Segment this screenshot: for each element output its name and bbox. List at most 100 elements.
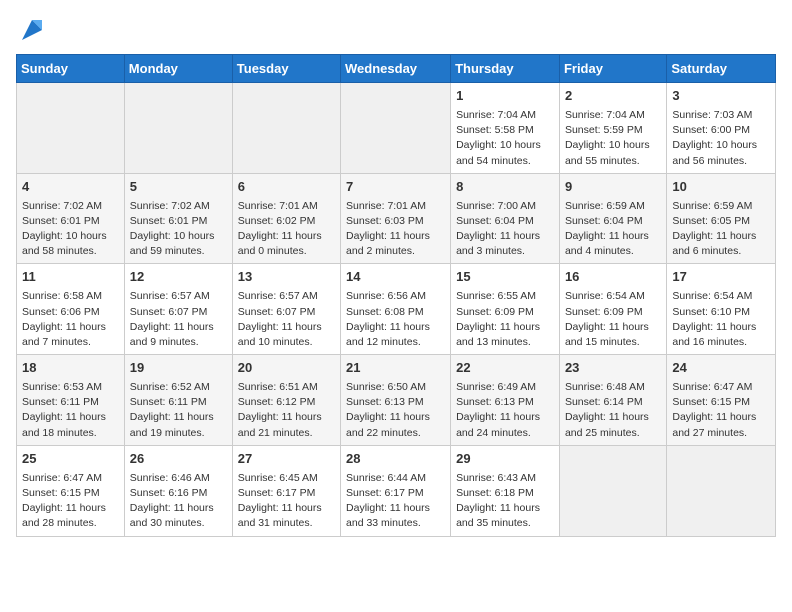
day-number: 27 [238, 450, 335, 469]
day-info: Sunrise: 6:48 AM Sunset: 6:14 PM Dayligh… [565, 380, 661, 441]
day-number: 22 [456, 359, 554, 378]
day-info: Sunrise: 7:02 AM Sunset: 6:01 PM Dayligh… [22, 199, 119, 260]
day-info: Sunrise: 6:45 AM Sunset: 6:17 PM Dayligh… [238, 471, 335, 532]
day-info: Sunrise: 6:47 AM Sunset: 6:15 PM Dayligh… [22, 471, 119, 532]
day-number: 29 [456, 450, 554, 469]
day-number: 16 [565, 268, 661, 287]
day-info: Sunrise: 7:01 AM Sunset: 6:03 PM Dayligh… [346, 199, 445, 260]
day-number: 10 [672, 178, 770, 197]
day-info: Sunrise: 6:52 AM Sunset: 6:11 PM Dayligh… [130, 380, 227, 441]
calendar-cell: 12 Sunrise: 6:57 AM Sunset: 6:07 PM Dayli… [124, 264, 232, 355]
logo-icon [18, 16, 46, 44]
day-number: 2 [565, 87, 661, 106]
calendar-cell: 21 Sunrise: 6:50 AM Sunset: 6:13 PM Dayli… [341, 355, 451, 446]
day-info: Sunrise: 6:56 AM Sunset: 6:08 PM Dayligh… [346, 289, 445, 350]
week-row-1: 1Sunrise: 7:04 AM Sunset: 5:58 PM Daylig… [17, 83, 776, 174]
week-row-4: 18Sunrise: 6:53 AM Sunset: 6:11 PM Dayli… [17, 355, 776, 446]
header-wednesday: Wednesday [341, 55, 451, 83]
calendar-cell: 26 Sunrise: 6:46 AM Sunset: 6:16 PM Dayli… [124, 445, 232, 536]
day-info: Sunrise: 6:54 AM Sunset: 6:09 PM Dayligh… [565, 289, 661, 350]
page-header [16, 16, 776, 44]
calendar-cell: 13 Sunrise: 6:57 AM Sunset: 6:07 PM Dayli… [232, 264, 340, 355]
day-info: Sunrise: 6:55 AM Sunset: 6:09 PM Dayligh… [456, 289, 554, 350]
calendar-cell: 5Sunrise: 7:02 AM Sunset: 6:01 PM Daylig… [124, 173, 232, 264]
day-info: Sunrise: 6:49 AM Sunset: 6:13 PM Dayligh… [456, 380, 554, 441]
day-info: Sunrise: 6:53 AM Sunset: 6:11 PM Dayligh… [22, 380, 119, 441]
day-info: Sunrise: 7:01 AM Sunset: 6:02 PM Dayligh… [238, 199, 335, 260]
calendar-cell [17, 83, 125, 174]
calendar-cell: 8 Sunrise: 7:00 AM Sunset: 6:04 PM Daylig… [451, 173, 560, 264]
day-number: 9 [565, 178, 661, 197]
day-info: Sunrise: 7:04 AM Sunset: 5:58 PM Dayligh… [456, 108, 554, 169]
calendar-table: SundayMondayTuesdayWednesdayThursdayFrid… [16, 54, 776, 537]
calendar-cell: 18Sunrise: 6:53 AM Sunset: 6:11 PM Dayli… [17, 355, 125, 446]
day-number: 3 [672, 87, 770, 106]
header-tuesday: Tuesday [232, 55, 340, 83]
calendar-cell [124, 83, 232, 174]
day-number: 25 [22, 450, 119, 469]
day-number: 24 [672, 359, 770, 378]
day-info: Sunrise: 6:57 AM Sunset: 6:07 PM Dayligh… [238, 289, 335, 350]
day-info: Sunrise: 6:59 AM Sunset: 6:05 PM Dayligh… [672, 199, 770, 260]
day-number: 11 [22, 268, 119, 287]
day-info: Sunrise: 6:58 AM Sunset: 6:06 PM Dayligh… [22, 289, 119, 350]
day-number: 26 [130, 450, 227, 469]
day-number: 17 [672, 268, 770, 287]
calendar-cell: 19 Sunrise: 6:52 AM Sunset: 6:11 PM Dayli… [124, 355, 232, 446]
calendar-cell: 27 Sunrise: 6:45 AM Sunset: 6:17 PM Dayli… [232, 445, 340, 536]
day-number: 13 [238, 268, 335, 287]
calendar-cell: 23Sunrise: 6:48 AM Sunset: 6:14 PM Dayli… [559, 355, 666, 446]
calendar-cell: 6 Sunrise: 7:01 AM Sunset: 6:02 PM Daylig… [232, 173, 340, 264]
calendar-cell: 10 Sunrise: 6:59 AM Sunset: 6:05 PM Dayli… [667, 173, 776, 264]
calendar-cell: 14 Sunrise: 6:56 AM Sunset: 6:08 PM Dayli… [341, 264, 451, 355]
calendar-cell: 28 Sunrise: 6:44 AM Sunset: 6:17 PM Dayli… [341, 445, 451, 536]
logo [16, 16, 46, 44]
calendar-cell: 24Sunrise: 6:47 AM Sunset: 6:15 PM Dayli… [667, 355, 776, 446]
day-number: 4 [22, 178, 119, 197]
header-friday: Friday [559, 55, 666, 83]
calendar-cell: 20 Sunrise: 6:51 AM Sunset: 6:12 PM Dayli… [232, 355, 340, 446]
day-info: Sunrise: 6:51 AM Sunset: 6:12 PM Dayligh… [238, 380, 335, 441]
day-info: Sunrise: 6:54 AM Sunset: 6:10 PM Dayligh… [672, 289, 770, 350]
calendar-cell [232, 83, 340, 174]
day-number: 5 [130, 178, 227, 197]
calendar-cell: 3 Sunrise: 7:03 AM Sunset: 6:00 PM Daylig… [667, 83, 776, 174]
day-info: Sunrise: 7:03 AM Sunset: 6:00 PM Dayligh… [672, 108, 770, 169]
header-monday: Monday [124, 55, 232, 83]
calendar-cell: 15Sunrise: 6:55 AM Sunset: 6:09 PM Dayli… [451, 264, 560, 355]
day-info: Sunrise: 7:00 AM Sunset: 6:04 PM Dayligh… [456, 199, 554, 260]
calendar-cell: 1Sunrise: 7:04 AM Sunset: 5:58 PM Daylig… [451, 83, 560, 174]
day-number: 6 [238, 178, 335, 197]
calendar-cell: 16 Sunrise: 6:54 AM Sunset: 6:09 PM Dayli… [559, 264, 666, 355]
calendar-cell: 22 Sunrise: 6:49 AM Sunset: 6:13 PM Dayli… [451, 355, 560, 446]
calendar-cell [667, 445, 776, 536]
day-number: 12 [130, 268, 227, 287]
day-number: 7 [346, 178, 445, 197]
day-number: 19 [130, 359, 227, 378]
calendar-cell: 2 Sunrise: 7:04 AM Sunset: 5:59 PM Daylig… [559, 83, 666, 174]
calendar-cell: 11 Sunrise: 6:58 AM Sunset: 6:06 PM Dayli… [17, 264, 125, 355]
calendar-cell: 25 Sunrise: 6:47 AM Sunset: 6:15 PM Dayli… [17, 445, 125, 536]
calendar-cell [341, 83, 451, 174]
day-info: Sunrise: 6:57 AM Sunset: 6:07 PM Dayligh… [130, 289, 227, 350]
day-info: Sunrise: 6:46 AM Sunset: 6:16 PM Dayligh… [130, 471, 227, 532]
day-number: 8 [456, 178, 554, 197]
day-info: Sunrise: 7:04 AM Sunset: 5:59 PM Dayligh… [565, 108, 661, 169]
day-number: 14 [346, 268, 445, 287]
day-number: 21 [346, 359, 445, 378]
header-thursday: Thursday [451, 55, 560, 83]
day-info: Sunrise: 6:44 AM Sunset: 6:17 PM Dayligh… [346, 471, 445, 532]
day-info: Sunrise: 6:43 AM Sunset: 6:18 PM Dayligh… [456, 471, 554, 532]
calendar-cell: 17 Sunrise: 6:54 AM Sunset: 6:10 PM Dayli… [667, 264, 776, 355]
calendar-cell: 4 Sunrise: 7:02 AM Sunset: 6:01 PM Daylig… [17, 173, 125, 264]
header-saturday: Saturday [667, 55, 776, 83]
calendar-cell: 29 Sunrise: 6:43 AM Sunset: 6:18 PM Dayli… [451, 445, 560, 536]
calendar-cell [559, 445, 666, 536]
calendar-header-row: SundayMondayTuesdayWednesdayThursdayFrid… [17, 55, 776, 83]
week-row-2: 4 Sunrise: 7:02 AM Sunset: 6:01 PM Daylig… [17, 173, 776, 264]
day-number: 28 [346, 450, 445, 469]
day-info: Sunrise: 6:50 AM Sunset: 6:13 PM Dayligh… [346, 380, 445, 441]
calendar-cell: 7 Sunrise: 7:01 AM Sunset: 6:03 PM Daylig… [341, 173, 451, 264]
calendar-cell: 9Sunrise: 6:59 AM Sunset: 6:04 PM Daylig… [559, 173, 666, 264]
day-number: 20 [238, 359, 335, 378]
